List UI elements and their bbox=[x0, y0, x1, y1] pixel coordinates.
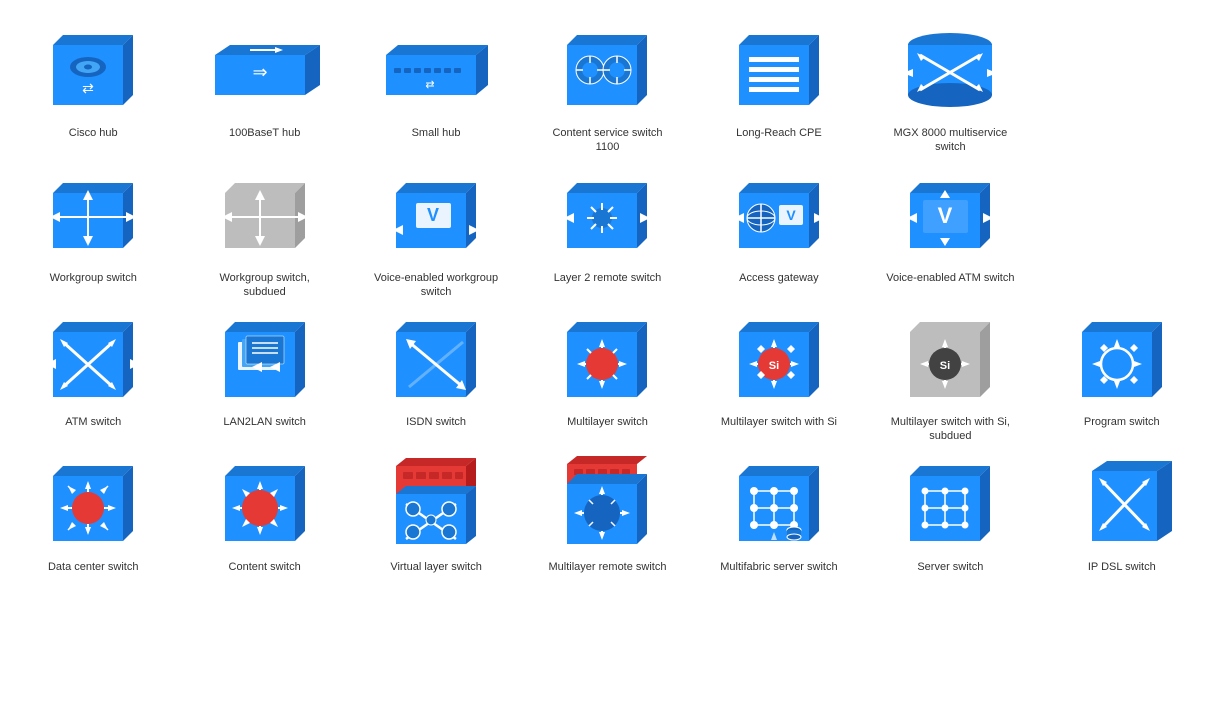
label-virtual-layer-switch: Virtual layer switch bbox=[390, 560, 482, 574]
icon-item-voice-enabled-workgroup: V Voice-enabled workgroup switch bbox=[353, 165, 519, 300]
label-server-switch: Server switch bbox=[917, 560, 983, 574]
svg-text:⇄: ⇄ bbox=[82, 80, 94, 96]
icon-isdn-switch bbox=[371, 309, 501, 409]
label-cisco-hub: Cisco hub bbox=[69, 126, 118, 140]
icon-item-multilayer-switch-si: Si Multilayer switch with Si bbox=[696, 309, 862, 444]
label-long-reach-cpe: Long-Reach CPE bbox=[736, 126, 822, 140]
svg-text:V: V bbox=[427, 205, 439, 225]
icon-program-switch bbox=[1057, 309, 1187, 409]
icon-100baset-hub: ⇒ bbox=[200, 20, 330, 120]
icon-item-ip-dsl-switch: IP DSL switch bbox=[1039, 454, 1205, 574]
icon-multilayer-remote-switch bbox=[542, 454, 672, 554]
label-multilayer-remote-switch: Multilayer remote switch bbox=[549, 560, 667, 574]
svg-text:Si: Si bbox=[769, 360, 779, 372]
icon-atm-switch bbox=[28, 309, 158, 409]
icon-item-placeholder1 bbox=[1039, 20, 1205, 155]
icon-item-lan2lan-switch: LAN2LAN switch bbox=[181, 309, 347, 444]
svg-text:V: V bbox=[786, 207, 796, 223]
icon-workgroup-switch bbox=[28, 165, 158, 265]
icon-item-program-switch: Program switch bbox=[1039, 309, 1205, 444]
icon-grid: ⇄ Cisco hub ⇒ 100BaseT hub ⇄ Small hub bbox=[0, 0, 1215, 594]
icon-item-server-switch: Server switch bbox=[867, 454, 1033, 574]
label-multilayer-switch-si: Multilayer switch with Si bbox=[721, 415, 837, 429]
label-voice-enabled-workgroup: Voice-enabled workgroup switch bbox=[371, 271, 501, 300]
label-atm-switch: ATM switch bbox=[65, 415, 121, 429]
icon-small-hub: ⇄ bbox=[371, 20, 501, 120]
icon-item-multilayer-remote-switch: Multilayer remote switch bbox=[524, 454, 690, 574]
label-program-switch: Program switch bbox=[1084, 415, 1160, 429]
icon-placeholder2 bbox=[1057, 165, 1187, 265]
icon-cisco-hub: ⇄ bbox=[28, 20, 158, 120]
icon-access-gateway: V bbox=[714, 165, 844, 265]
icon-item-long-reach-cpe: Long-Reach CPE bbox=[696, 20, 862, 155]
label-access-gateway: Access gateway bbox=[739, 271, 818, 285]
icon-item-atm-switch: ATM switch bbox=[10, 309, 176, 444]
icon-item-multilayer-switch: Multilayer switch bbox=[524, 309, 690, 444]
label-workgroup-switch: Workgroup switch bbox=[50, 271, 137, 285]
label-content-service-switch-1100: Content service switch 1100 bbox=[542, 126, 672, 155]
icon-data-center-switch bbox=[28, 454, 158, 554]
icon-placeholder1 bbox=[1057, 20, 1187, 120]
icon-item-data-center-switch: Data center switch bbox=[10, 454, 176, 574]
icon-item-multilayer-switch-si-subdued: Si Multilayer switch with Si, subdued bbox=[867, 309, 1033, 444]
icon-lan2lan-switch bbox=[200, 309, 330, 409]
icon-item-multifabric-server-switch: Multifabric server switch bbox=[696, 454, 862, 574]
icon-layer2-remote-switch bbox=[542, 165, 672, 265]
icon-multilayer-switch-si: Si bbox=[714, 309, 844, 409]
icon-long-reach-cpe bbox=[714, 20, 844, 120]
label-lan2lan-switch: LAN2LAN switch bbox=[223, 415, 306, 429]
icon-item-mgx-8000: MGX 8000 multiservice switch bbox=[867, 20, 1033, 155]
label-layer2-remote-switch: Layer 2 remote switch bbox=[554, 271, 662, 285]
icon-ip-dsl-switch bbox=[1057, 454, 1187, 554]
icon-virtual-layer-switch bbox=[371, 454, 501, 554]
svg-text:V: V bbox=[938, 203, 953, 228]
label-100baset-hub: 100BaseT hub bbox=[229, 126, 300, 140]
icon-content-service-switch-1100 bbox=[542, 20, 672, 120]
label-multifabric-server-switch: Multifabric server switch bbox=[720, 560, 837, 574]
icon-item-workgroup-switch: Workgroup switch bbox=[10, 165, 176, 300]
icon-voice-enabled-atm: V bbox=[885, 165, 1015, 265]
icon-multifabric-server-switch bbox=[714, 454, 844, 554]
label-ip-dsl-switch: IP DSL switch bbox=[1088, 560, 1156, 574]
icon-voice-enabled-workgroup: V bbox=[371, 165, 501, 265]
icon-content-switch bbox=[200, 454, 330, 554]
icon-item-content-service-switch-1100: Content service switch 1100 bbox=[524, 20, 690, 155]
label-multilayer-switch: Multilayer switch bbox=[567, 415, 648, 429]
svg-text:Si: Si bbox=[940, 360, 950, 372]
label-data-center-switch: Data center switch bbox=[48, 560, 138, 574]
label-mgx-8000: MGX 8000 multiservice switch bbox=[885, 126, 1015, 155]
icon-server-switch bbox=[885, 454, 1015, 554]
svg-text:⇒: ⇒ bbox=[252, 62, 267, 82]
icon-item-content-switch: Content switch bbox=[181, 454, 347, 574]
icon-item-cisco-hub: ⇄ Cisco hub bbox=[10, 20, 176, 155]
icon-item-100baset-hub: ⇒ 100BaseT hub bbox=[181, 20, 347, 155]
icon-item-virtual-layer-switch: Virtual layer switch bbox=[353, 454, 519, 574]
icon-item-small-hub: ⇄ Small hub bbox=[353, 20, 519, 155]
label-voice-enabled-atm: Voice-enabled ATM switch bbox=[886, 271, 1014, 285]
icon-item-voice-enabled-atm: V Voice-enabled ATM switch bbox=[867, 165, 1033, 300]
icon-workgroup-switch-subdued bbox=[200, 165, 330, 265]
icon-multilayer-switch bbox=[542, 309, 672, 409]
label-content-switch: Content switch bbox=[229, 560, 301, 574]
icon-item-isdn-switch: ISDN switch bbox=[353, 309, 519, 444]
icon-item-placeholder2 bbox=[1039, 165, 1205, 300]
label-workgroup-switch-subdued: Workgroup switch, subdued bbox=[200, 271, 330, 300]
icon-item-layer2-remote-switch: Layer 2 remote switch bbox=[524, 165, 690, 300]
label-isdn-switch: ISDN switch bbox=[406, 415, 466, 429]
label-small-hub: Small hub bbox=[412, 126, 461, 140]
icon-mgx-8000 bbox=[885, 20, 1015, 120]
icon-item-access-gateway: V Access gateway bbox=[696, 165, 862, 300]
icon-multilayer-switch-si-subdued: Si bbox=[885, 309, 1015, 409]
icon-item-workgroup-switch-subdued: Workgroup switch, subdued bbox=[181, 165, 347, 300]
svg-text:⇄: ⇄ bbox=[425, 79, 434, 91]
label-multilayer-switch-si-subdued: Multilayer switch with Si, subdued bbox=[885, 415, 1015, 444]
